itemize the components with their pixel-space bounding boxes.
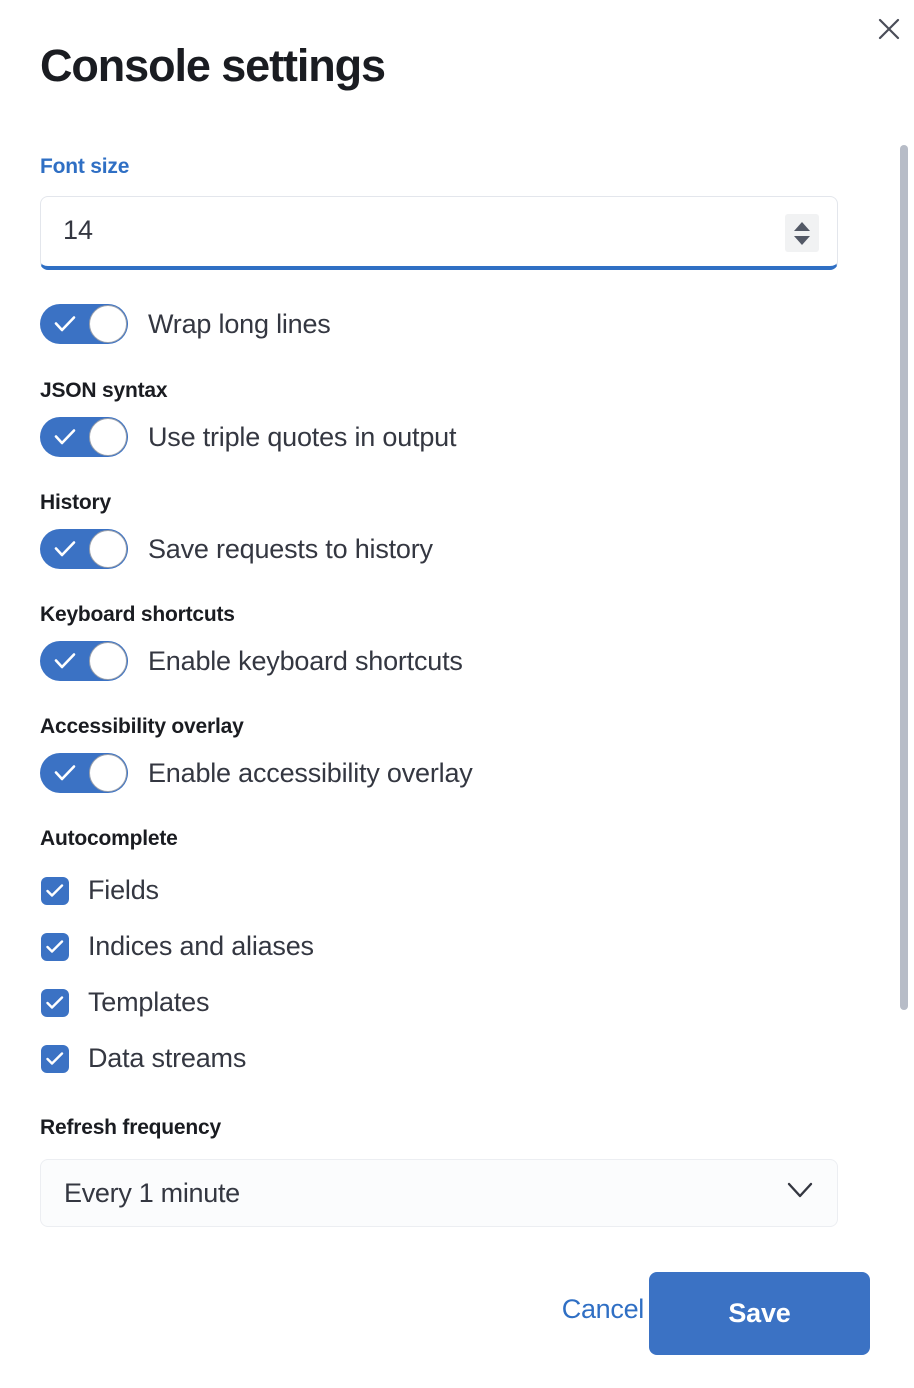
toggle-knob	[89, 642, 127, 680]
check-icon	[54, 652, 76, 675]
toggle-save-history[interactable]	[40, 529, 128, 569]
switch-row-save-history[interactable]: Save requests to history	[40, 529, 433, 569]
switch-row-keyboard-shortcuts[interactable]: Enable keyboard shortcuts	[40, 641, 463, 681]
switch-label: Save requests to history	[148, 534, 433, 565]
section-header-json-syntax: JSON syntax	[40, 379, 167, 403]
toggle-triple-quotes[interactable]	[40, 417, 128, 457]
triangle-up-icon[interactable]	[794, 222, 810, 231]
check-icon	[54, 540, 76, 563]
section-header-accessibility-overlay: Accessibility overlay	[40, 715, 244, 739]
switch-row-accessibility-overlay[interactable]: Enable accessibility overlay	[40, 753, 473, 793]
switch-row-triple-quotes[interactable]: Use triple quotes in output	[40, 417, 456, 457]
check-icon	[54, 428, 76, 451]
checkbox-label: Indices and aliases	[88, 931, 314, 962]
section-header-history: History	[40, 491, 111, 515]
toggle-keyboard-shortcuts[interactable]	[40, 641, 128, 681]
checkbox-row-fields[interactable]: Fields	[41, 875, 159, 906]
font-size-label: Font size	[40, 155, 129, 179]
checkbox-templates[interactable]	[41, 989, 69, 1017]
scrollbar[interactable]	[899, 145, 909, 1250]
save-button[interactable]: Save	[649, 1272, 870, 1355]
font-size-input[interactable]: 14	[40, 196, 838, 270]
toggle-accessibility-overlay[interactable]	[40, 753, 128, 793]
close-button[interactable]	[870, 10, 908, 48]
chevron-down-icon	[787, 1182, 813, 1204]
triangle-down-icon[interactable]	[794, 236, 810, 245]
checkbox-indices-and-aliases[interactable]	[41, 933, 69, 961]
switch-label: Enable accessibility overlay	[148, 758, 473, 789]
switch-label: Use triple quotes in output	[148, 422, 456, 453]
check-icon	[54, 315, 76, 338]
checkbox-label: Data streams	[88, 1043, 246, 1074]
font-size-stepper[interactable]	[785, 214, 819, 252]
toggle-knob	[89, 305, 127, 343]
toggle-knob	[89, 530, 127, 568]
checkbox-fields[interactable]	[41, 877, 69, 905]
toggle-knob	[89, 418, 127, 456]
toggle-knob	[89, 754, 127, 792]
toggle-wrap-long-lines[interactable]	[40, 304, 128, 344]
footer: Cancel Save	[0, 1272, 914, 1362]
scrollbar-thumb[interactable]	[900, 145, 908, 1010]
checkbox-row-data-streams[interactable]: Data streams	[41, 1043, 246, 1074]
check-icon	[54, 764, 76, 787]
font-size-value: 14	[63, 215, 93, 246]
checkbox-row-templates[interactable]: Templates	[41, 987, 209, 1018]
switch-row-wrap-long-lines[interactable]: Wrap long lines	[40, 304, 331, 344]
section-header-autocomplete: Autocomplete	[40, 827, 178, 851]
cancel-button[interactable]: Cancel	[562, 1294, 644, 1325]
console-settings-flyout: Console settings Font size 14 Wrap long …	[0, 0, 914, 1388]
refresh-frequency-select[interactable]: Every 1 minute	[40, 1159, 838, 1227]
section-header-keyboard-shortcuts: Keyboard shortcuts	[40, 603, 235, 627]
refresh-frequency-value: Every 1 minute	[64, 1178, 240, 1209]
checkbox-label: Templates	[88, 987, 209, 1018]
checkbox-data-streams[interactable]	[41, 1045, 69, 1073]
switch-label: Enable keyboard shortcuts	[148, 646, 463, 677]
checkbox-label: Fields	[88, 875, 159, 906]
page-title: Console settings	[40, 40, 385, 92]
refresh-frequency-label: Refresh frequency	[40, 1116, 221, 1140]
close-icon	[877, 17, 901, 41]
switch-label: Wrap long lines	[148, 309, 331, 340]
checkbox-row-indices-and-aliases[interactable]: Indices and aliases	[41, 931, 314, 962]
